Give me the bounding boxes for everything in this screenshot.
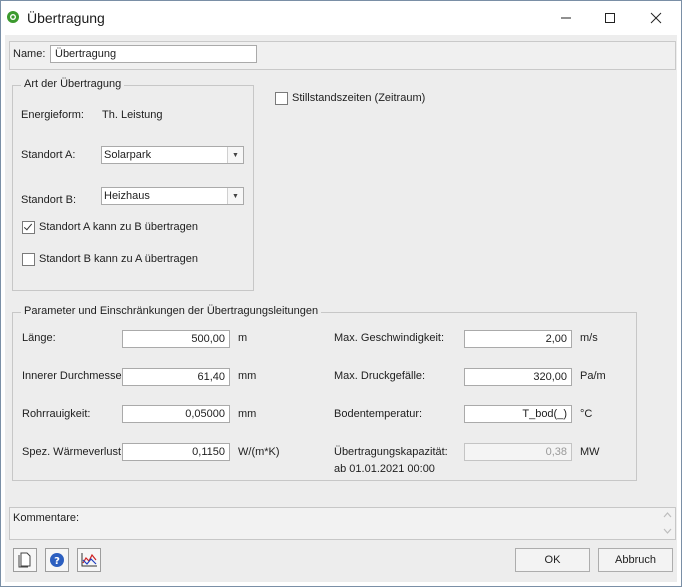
minimize-button[interactable] [543, 1, 589, 35]
druckgefaelle-unit: Pa/m [580, 370, 606, 382]
durchmesser-input[interactable]: 61,40 [122, 368, 230, 386]
energieform-value: Th. Leistung [102, 109, 163, 121]
title-bar[interactable]: Übertragung [1, 1, 681, 35]
standort-a-label: Standort A: [21, 149, 76, 161]
minimize-icon [561, 17, 571, 19]
bodentemperatur-label: Bodentemperatur: [334, 408, 423, 420]
laenge-input[interactable]: 500,00 [122, 330, 230, 348]
standort-b-value: Heizhaus [104, 190, 150, 202]
waermeverlust-label: Spez. Wärmeverlust: [22, 446, 125, 458]
dialog-body: Name: Übertragung Art der Übertragung En… [5, 35, 677, 582]
close-icon [650, 12, 662, 24]
stillstand-label[interactable]: Stillstandszeiten (Zeitraum) [292, 92, 425, 104]
app-logo-icon [7, 11, 19, 23]
a-to-b-label[interactable]: Standort A kann zu B übertragen [39, 221, 198, 233]
durchmesser-label: Innerer Durchmesser: [22, 370, 129, 382]
druckgefaelle-label: Max. Druckgefälle: [334, 370, 426, 382]
standort-a-value: Solarpark [104, 149, 152, 161]
scroll-down-icon[interactable] [663, 528, 672, 535]
document-icon [18, 552, 31, 568]
standort-b-select[interactable]: Heizhaus ▼ [101, 187, 244, 205]
laenge-label: Länge: [22, 332, 56, 344]
name-bar: Name: Übertragung [9, 41, 676, 70]
durchmesser-unit: mm [238, 370, 257, 382]
energieform-label: Energieform: [21, 109, 84, 121]
druckgefaelle-input[interactable]: 320,00 [464, 368, 572, 386]
name-label: Name: [13, 48, 46, 60]
bodentemperatur-unit: °C [580, 408, 593, 420]
comments-label: Kommentare: [13, 512, 80, 524]
stillstand-checkbox[interactable] [275, 92, 288, 105]
waermeverlust-input[interactable]: 0,1150 [122, 443, 230, 461]
art-group: Art der Übertragung Energieform: Th. Lei… [12, 78, 254, 291]
a-to-b-checkbox[interactable] [22, 221, 35, 234]
b-to-a-label[interactable]: Standort B kann zu A übertragen [39, 253, 198, 265]
art-group-title: Art der Übertragung [21, 78, 125, 90]
geschwindigkeit-input[interactable]: 2,00 [464, 330, 572, 348]
name-input[interactable]: Übertragung [50, 45, 257, 63]
cancel-button[interactable]: Abbruch [598, 548, 673, 572]
comments-area[interactable]: Kommentare: [9, 507, 676, 540]
dialog-window: Übertragung Name: Übertragung Art der Üb… [0, 0, 682, 587]
standort-b-label: Standort B: [21, 194, 77, 206]
maximize-icon [605, 13, 615, 23]
geschwindigkeit-unit: m/s [580, 332, 598, 344]
waermeverlust-unit: W/(m*K) [238, 446, 280, 458]
kapazitaet-input: 0,38 [464, 443, 572, 461]
help-icon: ? [50, 553, 64, 567]
kapazitaet-label: Übertragungskapazität: [334, 446, 448, 458]
close-button[interactable] [633, 1, 679, 35]
laenge-unit: m [238, 332, 248, 344]
chevron-down-icon[interactable]: ▼ [227, 188, 243, 204]
ok-button[interactable]: OK [515, 548, 590, 572]
b-to-a-checkbox[interactable] [22, 253, 35, 266]
help-button[interactable]: ? [45, 548, 69, 572]
geschwindigkeit-label: Max. Geschwindigkeit: [334, 332, 445, 344]
window-title: Übertragung [27, 10, 105, 26]
chevron-down-icon[interactable]: ▼ [227, 147, 243, 163]
kapazitaet-unit: MW [580, 446, 600, 458]
bodentemperatur-input[interactable]: T_bod(_) [464, 405, 572, 423]
params-group: Parameter und Einschränkungen der Übertr… [12, 305, 637, 481]
chart-button[interactable] [77, 548, 101, 572]
rauigkeit-unit: mm [238, 408, 257, 420]
scroll-up-icon[interactable] [663, 511, 672, 518]
maximize-button[interactable] [587, 1, 633, 35]
chart-icon [81, 553, 97, 567]
svg-text:?: ? [54, 556, 60, 567]
params-group-title: Parameter und Einschränkungen der Übertr… [21, 305, 322, 317]
rauigkeit-label: Rohrrauigkeit: [22, 408, 91, 420]
rauigkeit-input[interactable]: 0,05000 [122, 405, 230, 423]
standort-a-select[interactable]: Solarpark ▼ [101, 146, 244, 164]
kapazitaet-date-label: ab 01.01.2021 00:00 [334, 463, 435, 475]
document-button[interactable] [13, 548, 37, 572]
